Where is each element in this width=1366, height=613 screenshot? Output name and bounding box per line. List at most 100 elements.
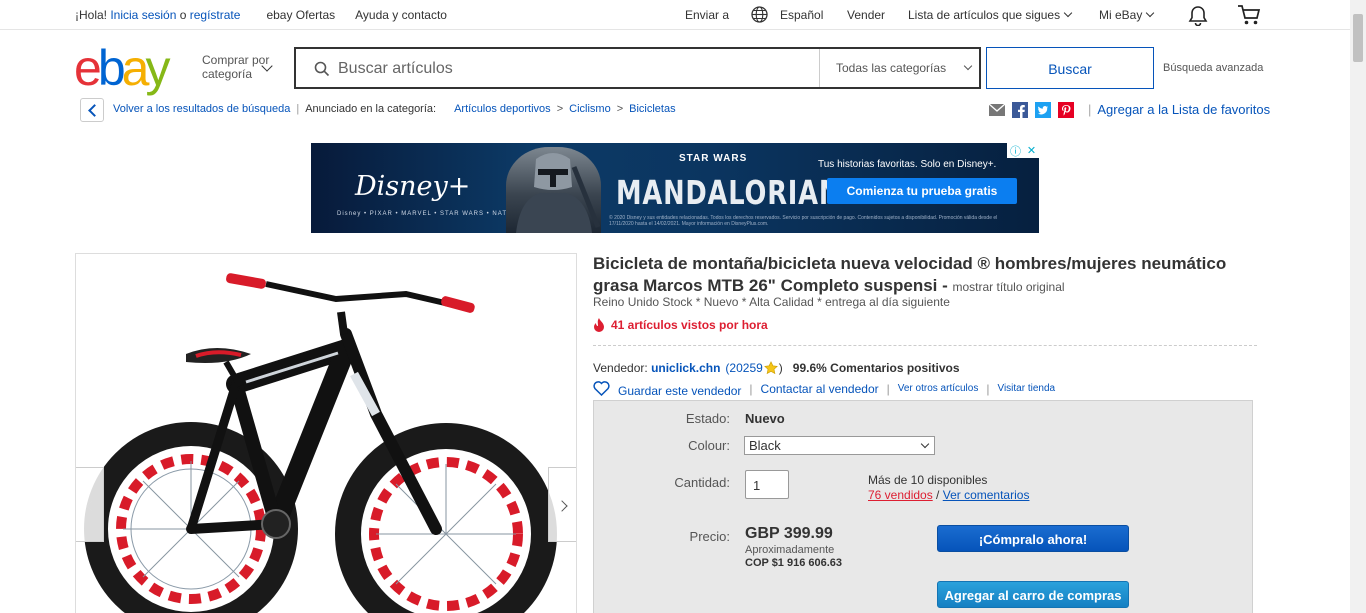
add-to-cart-button[interactable]: Agregar al carro de compras [937, 581, 1129, 608]
product-title: Bicicleta de montaña/bicicleta nueva vel… [593, 253, 1233, 298]
condition-value: Nuevo [745, 411, 785, 426]
reviews-link[interactable]: Ver comentarios [943, 488, 1030, 502]
category-select[interactable]: Todas las categorías [819, 49, 979, 87]
ship-to-label: Enviar a [685, 8, 730, 22]
listed-in-label: Anunciado en la categoría: [305, 103, 437, 115]
starwars-logo: STAR WARS [679, 153, 748, 164]
colour-select[interactable]: Black [744, 436, 935, 455]
breadcrumb-item-bicycles[interactable]: Bicicletas [629, 103, 675, 115]
register-link[interactable]: regístrate [190, 8, 241, 22]
helmet-figure-icon [516, 153, 601, 233]
watchlist-dropdown[interactable]: Lista de artículos que sigues [908, 8, 1073, 22]
approx-price: Aproximadamente COP $1 916 606.63 [745, 544, 842, 570]
search-input[interactable]: Buscar artículos [338, 60, 453, 78]
language-label: Español [780, 7, 824, 22]
save-seller-link[interactable]: Guardar este vendedor [618, 384, 741, 398]
breadcrumb: Volver a los resultados de búsqueda | An… [113, 103, 676, 115]
chevron-down-icon [963, 61, 973, 71]
seller-name-link[interactable]: uniclick.chn [651, 361, 720, 375]
add-to-watchlist-link[interactable]: | Agregar a la Lista de favoritos [1088, 102, 1270, 117]
twitter-share-icon[interactable] [1035, 102, 1051, 118]
price-label: Precio: [689, 529, 730, 544]
heart-icon[interactable] [593, 381, 610, 396]
show-title: MANDALORIAN [616, 173, 842, 212]
sold-count-link[interactable]: 76 vendidos [868, 488, 933, 502]
or-text: o [176, 8, 190, 22]
ebay-logo[interactable]: ebay [74, 43, 170, 93]
purchase-panel [593, 400, 1253, 613]
other-items-link[interactable]: Ver otros artículos [898, 383, 979, 394]
chevron-down-icon [1063, 8, 1073, 18]
buy-now-button[interactable]: ¡Cómpralo ahora! [937, 525, 1129, 552]
sell-link[interactable]: Vender [847, 8, 885, 22]
product-subtitle: Reino Unido Stock * Nuevo * Alta Calidad… [593, 295, 950, 309]
product-title-text: Bicicleta de montaña/bicicleta nueva vel… [593, 254, 1227, 295]
colour-label: Colour: [688, 438, 730, 453]
show-original-title-link[interactable]: mostrar título original [952, 280, 1064, 294]
seller-score-link[interactable]: (20259 [725, 361, 762, 375]
breadcrumb-item-cycling[interactable]: Ciclismo [569, 103, 611, 115]
close-icon[interactable]: ✕ [1027, 144, 1036, 157]
signin-link[interactable]: Inicia sesión [110, 8, 176, 22]
availability-info: Más de 10 disponibles 76 vendidos / Ver … [868, 473, 1030, 502]
help-link[interactable]: Ayuda y contacto [355, 8, 447, 22]
chevron-down-icon [920, 439, 930, 449]
quantity-label: Cantidad: [674, 475, 730, 490]
seller-info: Vendedor: uniclick.chn (20259 ) 99.6% Co… [593, 361, 960, 375]
back-to-results-link[interactable]: Volver a los resultados de búsqueda [113, 103, 290, 115]
prev-image-button[interactable] [76, 467, 104, 542]
ad-banner[interactable]: Disney+ Disney • PIXAR • MARVEL • STAR W… [311, 143, 1039, 233]
language-selector[interactable]: Español [751, 6, 823, 23]
watchlist-label: Lista de artículos que sigues [908, 8, 1061, 22]
cart-button[interactable] [1237, 4, 1261, 26]
top-navigation-bar: ¡Hola! Inicia sesión o regístrate ebay O… [0, 0, 1350, 30]
next-image-button[interactable] [548, 467, 576, 542]
mandalorian-image [506, 147, 601, 233]
facebook-share-icon[interactable] [1012, 102, 1028, 118]
category-select-label: Todas las categorías [836, 61, 947, 75]
ad-cta-button[interactable]: Comienza tu prueba gratis [827, 178, 1017, 204]
greeting-text: ¡Hola! [75, 8, 111, 22]
seller-label: Vendedor: [593, 361, 652, 375]
visit-store-link[interactable]: Visitar tienda [997, 383, 1055, 394]
search-button[interactable]: Buscar [986, 47, 1154, 89]
pinterest-share-icon[interactable] [1058, 102, 1074, 118]
page-scrollbar[interactable] [1350, 0, 1366, 613]
ad-info-icon[interactable]: ⓘ [1010, 143, 1021, 159]
back-arrow-icon[interactable] [80, 98, 104, 122]
flame-icon [594, 318, 604, 332]
deals-link[interactable]: ebay Ofertas [266, 8, 335, 22]
breadcrumb-item-sports[interactable]: Artículos deportivos [454, 103, 551, 115]
product-image-viewer[interactable] [75, 253, 577, 613]
approx-label: Aproximadamente [745, 544, 835, 556]
my-ebay-label: Mi eBay [1099, 8, 1143, 22]
available-text: Más de 10 disponibles [868, 473, 988, 487]
ad-tagline: Tus historias favoritas. Solo en Disney+… [818, 159, 997, 170]
condition-label: Estado: [685, 411, 730, 426]
globe-icon [751, 6, 768, 23]
scrollbar-thumb[interactable] [1353, 14, 1363, 62]
price-value: GBP 399.99 [745, 525, 833, 542]
email-share-icon[interactable] [988, 102, 1006, 118]
sell-label: Vender [847, 8, 886, 22]
top-left-links: ¡Hola! Inicia sesión o regístrate ebay O… [75, 8, 447, 22]
approx-value: COP $1 916 606.63 [745, 557, 843, 569]
search-bar: Buscar artículos Todas las categorías [294, 47, 981, 89]
search-icon [314, 61, 330, 77]
ship-to-button[interactable]: Enviar a [685, 8, 729, 22]
chevron-down-icon [1146, 8, 1155, 18]
shop-by-category-line2: categoría [202, 67, 253, 81]
add-to-watchlist-label: Agregar a la Lista de favoritos [1097, 102, 1271, 117]
advanced-search-link[interactable]: Búsqueda avanzada [1163, 62, 1263, 74]
quantity-input[interactable]: 1 [745, 470, 789, 499]
star-icon [763, 361, 778, 375]
my-ebay-dropdown[interactable]: Mi eBay [1099, 8, 1155, 22]
seller-links: Guardar este vendedor | Contactar al ven… [593, 381, 1055, 398]
disney-plus-logo: Disney+ [355, 171, 471, 202]
notifications-button[interactable] [1187, 4, 1209, 26]
ad-choices[interactable]: ⓘ ✕ [1007, 143, 1039, 158]
shop-by-category-button[interactable]: Comprar por categoría [202, 53, 269, 81]
watchers-badge: 41 artículos vistos por hora [593, 318, 768, 332]
contact-seller-link[interactable]: Contactar al vendedor [761, 382, 879, 396]
feedback-percent: 99.6% Comentarios positivos [792, 361, 960, 375]
